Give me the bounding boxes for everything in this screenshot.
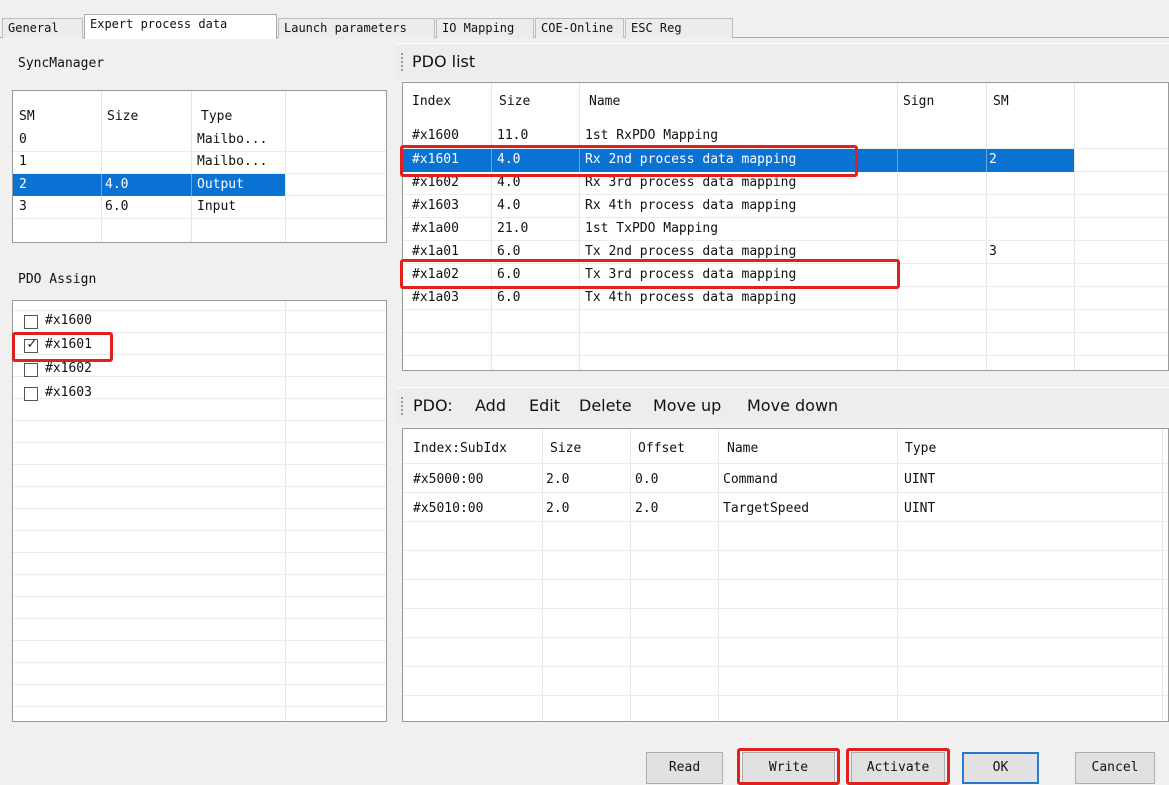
pdo-row-4-index[interactable]: #x1a00 <box>412 218 459 240</box>
tab-launch-parameters[interactable]: Launch parameters <box>278 18 435 38</box>
type-col-header[interactable]: Type <box>201 109 232 124</box>
pdo-row-4-name[interactable]: 1st TxPDO Mapping <box>585 218 718 240</box>
sm-row-1-type[interactable]: Mailbo... <box>197 151 267 173</box>
entry-row-0-size[interactable]: 2.0 <box>546 469 569 491</box>
pdo-list-header-bar: PDO list <box>396 43 1169 79</box>
pdo-entries-table: Index:SubIdx Size Offset Name Type #x500… <box>402 428 1169 722</box>
pdo-row-0-name[interactable]: 1st RxPDO Mapping <box>585 125 718 147</box>
entry-row-1-offset[interactable]: 2.0 <box>635 498 658 520</box>
sign-col-header[interactable]: Sign <box>903 94 934 109</box>
grip-icon <box>401 53 403 71</box>
entry-row-0-type[interactable]: UINT <box>904 469 935 491</box>
pdo-assign-checkbox-2[interactable] <box>24 363 38 377</box>
sm-row-1-sm[interactable]: 1 <box>19 151 27 173</box>
pdo-assign-label-2[interactable]: #x1602 <box>45 361 92 376</box>
edit-button[interactable]: Edit <box>529 396 560 415</box>
entry-row-1-size[interactable]: 2.0 <box>546 498 569 520</box>
sm-col-header[interactable]: SM <box>993 94 1009 109</box>
read-button[interactable]: Read <box>646 752 723 784</box>
size-col-header[interactable]: Size <box>107 109 138 124</box>
pdo-row-0-index[interactable]: #x1600 <box>412 125 459 147</box>
pdo-list-title: PDO list <box>412 52 476 71</box>
type-col-header[interactable]: Type <box>905 441 936 456</box>
sm-row-3-sm[interactable]: 3 <box>19 196 27 218</box>
cancel-button[interactable]: Cancel <box>1075 752 1155 784</box>
entry-row-0-name[interactable]: Command <box>723 469 778 491</box>
entry-row-0-offset[interactable]: 0.0 <box>635 469 658 491</box>
size-col-header[interactable]: Size <box>550 441 581 456</box>
pdo-row-3-index[interactable]: #x1603 <box>412 195 459 217</box>
grip-icon <box>401 397 403 415</box>
tab-io-mapping[interactable]: IO Mapping <box>436 18 534 38</box>
tab-esc-reg[interactable]: ESC Reg <box>625 18 733 38</box>
entry-row-1-type[interactable]: UINT <box>904 498 935 520</box>
delete-button[interactable]: Delete <box>579 396 632 415</box>
move-down-button[interactable]: Move down <box>747 396 838 415</box>
add-button[interactable]: Add <box>475 396 506 415</box>
offset-col-header[interactable]: Offset <box>638 441 685 456</box>
pdo-assign-checkbox-3[interactable] <box>24 387 38 401</box>
pdo-assign-title: PDO Assign <box>18 272 97 287</box>
pdo-assign-label-0[interactable]: #x1600 <box>45 313 92 328</box>
pdo-toolbar: PDO: Add Edit Delete Move up Move down <box>396 387 1169 423</box>
tab-strip: General Expert process data Launch param… <box>0 0 1169 39</box>
entry-row-0-index[interactable]: #x5000:00 <box>413 469 483 491</box>
name-col-header[interactable]: Name <box>727 441 758 456</box>
pdo-row-7-size[interactable]: 6.0 <box>497 287 520 309</box>
pdo-row-1-sm[interactable]: 2 <box>989 149 997 171</box>
sm-col-header[interactable]: SM <box>19 109 35 124</box>
pdo-row-7-name[interactable]: Tx 4th process data mapping <box>585 287 796 309</box>
move-up-button[interactable]: Move up <box>653 396 721 415</box>
size-col-header[interactable]: Size <box>499 94 530 109</box>
syncmanager-table: SM Size Type 0 Mailbo... 1 Mailbo... 2 4… <box>12 90 387 243</box>
ok-button[interactable]: OK <box>962 752 1039 784</box>
sm-row-2-selected[interactable] <box>13 174 285 196</box>
name-col-header[interactable]: Name <box>589 94 620 109</box>
sm-row-2-type[interactable]: Output <box>197 174 244 196</box>
syncmanager-title: SyncManager <box>18 56 105 71</box>
pdo-assign-checkbox-0[interactable] <box>24 315 38 329</box>
highlight-box-pdo-assign-x1601 <box>12 332 113 362</box>
sm-row-2-size[interactable]: 4.0 <box>105 174 128 196</box>
entry-row-1-name[interactable]: TargetSpeed <box>723 498 809 520</box>
sm-row-3-size[interactable]: 6.0 <box>105 196 128 218</box>
pdo-list-table: Index Size Name Sign SM #x1600 11.0 1st … <box>402 82 1169 371</box>
pdo-row-5-sm[interactable]: 3 <box>989 241 997 263</box>
pdo-row-0-size[interactable]: 11.0 <box>497 125 528 147</box>
entry-row-1-index[interactable]: #x5010:00 <box>413 498 483 520</box>
sm-row-0-type[interactable]: Mailbo... <box>197 129 267 151</box>
highlight-box-write <box>737 748 840 785</box>
pdo-row-3-size[interactable]: 4.0 <box>497 195 520 217</box>
sm-row-0-sm[interactable]: 0 <box>19 129 27 151</box>
highlight-box-pdo-x1a01 <box>400 259 900 289</box>
pdo-row-7-index[interactable]: #x1a03 <box>412 287 459 309</box>
tab-expert-process-data[interactable]: Expert process data <box>84 14 277 39</box>
pdo-toolbar-label: PDO: <box>413 396 453 415</box>
pdo-row-3-name[interactable]: Rx 4th process data mapping <box>585 195 796 217</box>
pdo-assign-label-3[interactable]: #x1603 <box>45 385 92 400</box>
sm-row-3-type[interactable]: Input <box>197 196 236 218</box>
index-subidx-col-header[interactable]: Index:SubIdx <box>413 441 507 456</box>
pdo-assign-list: #x1600 ✓ #x1601 #x1602 #x1603 <box>12 300 387 722</box>
highlight-box-pdo-x1601 <box>400 145 858 177</box>
tab-general[interactable]: General <box>2 18 83 38</box>
sm-row-2-sm[interactable]: 2 <box>19 174 27 196</box>
index-col-header[interactable]: Index <box>412 94 451 109</box>
tab-coe-online[interactable]: COE-Online <box>535 18 624 38</box>
highlight-box-activate <box>846 748 950 785</box>
pdo-row-4-size[interactable]: 21.0 <box>497 218 528 240</box>
